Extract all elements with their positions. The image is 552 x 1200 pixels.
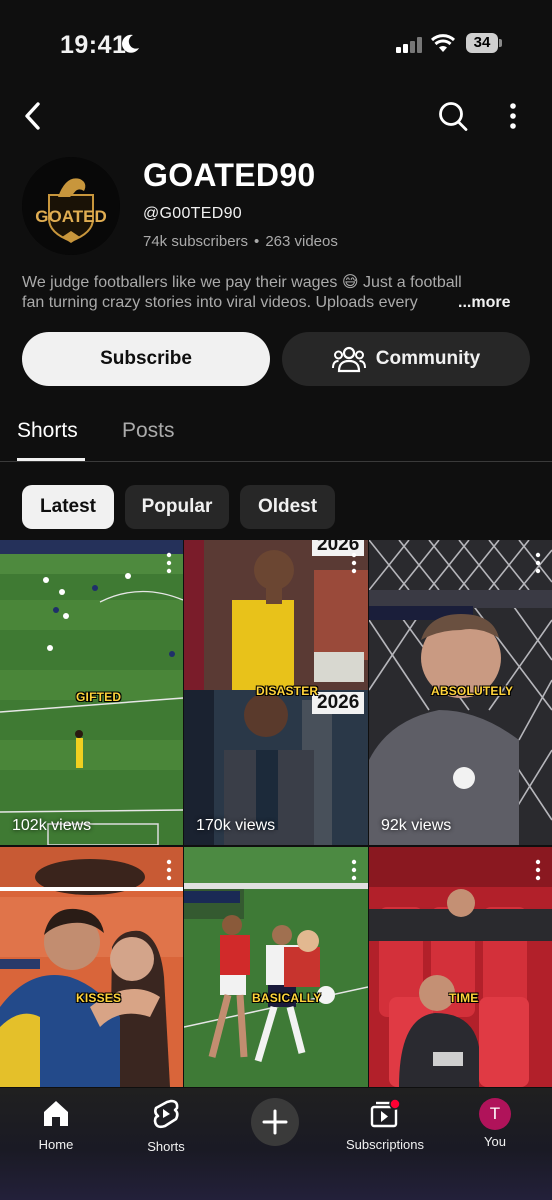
- status-time: 19:41: [60, 31, 127, 59]
- battery-indicator: 34: [466, 33, 502, 53]
- moon-icon: [122, 34, 139, 53]
- nav-home[interactable]: Home: [1, 1098, 111, 1152]
- home-icon: [44, 1101, 68, 1126]
- nav-subscriptions[interactable]: Subscriptions: [330, 1098, 440, 1152]
- tab-posts[interactable]: Posts: [122, 419, 175, 443]
- short-caption: BASICALLY: [252, 991, 322, 1005]
- create-button[interactable]: [251, 1098, 299, 1146]
- short-caption: DISASTER: [256, 684, 319, 698]
- nav-you[interactable]: T You: [440, 1098, 550, 1149]
- channel-description[interactable]: We judge footballers like we pay their w…: [22, 273, 522, 313]
- filter-chip-popular[interactable]: Popular: [125, 485, 229, 529]
- channel-page: 19:41 34 GOATED GOATED90 @G00TED90 74k s…: [0, 0, 552, 1200]
- svg-text:GOATED: GOATED: [35, 207, 106, 226]
- short-thumbnail[interactable]: BASICALLY: [184, 847, 368, 1087]
- short-thumbnail[interactable]: GIFTED 102k views: [0, 540, 183, 845]
- short-views: 170k views: [196, 817, 276, 834]
- search-icon[interactable]: [436, 98, 470, 134]
- signal-icon: [396, 37, 422, 53]
- filter-chip-latest[interactable]: Latest: [22, 485, 114, 529]
- stats-separator: •: [254, 233, 260, 250]
- nav-home-label: Home: [38, 1137, 74, 1152]
- channel-stats: 74k subscribers • 263 videos: [143, 233, 338, 250]
- shorts-icon: [153, 1099, 179, 1129]
- filter-chip-oldest[interactable]: Oldest: [240, 485, 335, 529]
- bottom-nav: Home Shorts Subscriptions T You: [0, 1088, 552, 1200]
- community-icon: [331, 346, 366, 373]
- more-vert-icon[interactable]: [502, 100, 524, 132]
- nav-subscriptions-label: Subscriptions: [345, 1137, 425, 1152]
- short-caption: GIFTED: [76, 690, 122, 704]
- more-link[interactable]: ...more: [458, 293, 510, 313]
- short-caption: ABSOLUTELY: [431, 684, 514, 698]
- short-caption: KISSES: [76, 991, 122, 1005]
- short-thumbnail[interactable]: TIME: [369, 847, 552, 1087]
- user-avatar: T: [479, 1098, 511, 1130]
- description-line-2: fan turning crazy stories into viral vid…: [22, 294, 418, 311]
- short-views: 92k views: [381, 817, 452, 834]
- plus-icon: [262, 1109, 288, 1135]
- short-menu-icon[interactable]: [165, 859, 173, 881]
- short-thumbnail[interactable]: KISSES: [0, 847, 183, 1087]
- short-menu-icon[interactable]: [350, 552, 358, 574]
- wifi-icon: [430, 34, 456, 52]
- short-menu-icon[interactable]: [534, 552, 542, 574]
- nav-you-label: You: [484, 1134, 506, 1149]
- battery-level: 34: [473, 34, 491, 51]
- video-count: 263 videos: [265, 233, 338, 250]
- community-button[interactable]: Community: [282, 332, 530, 386]
- channel-name: GOATED90: [143, 157, 316, 193]
- community-label: Community: [375, 348, 481, 369]
- short-menu-icon[interactable]: [534, 859, 542, 881]
- description-line-1: We judge footballers like we pay their w…: [22, 274, 462, 291]
- status-bar: 19:41 34: [0, 0, 552, 80]
- short-thumbnail[interactable]: 2026 2026 DISASTER 170k views: [184, 540, 368, 845]
- short-views: 102k views: [12, 817, 92, 834]
- tab-shorts[interactable]: Shorts: [17, 419, 78, 443]
- nav-shorts[interactable]: Shorts: [111, 1098, 221, 1154]
- goated-logo-icon: GOATED: [22, 157, 120, 255]
- thumbnail-image: [0, 847, 183, 1087]
- thumbnail-image: [184, 847, 368, 1087]
- short-thumbnail[interactable]: ABSOLUTELY 92k views: [369, 540, 552, 845]
- nav-shorts-label: Shorts: [147, 1139, 185, 1154]
- short-menu-icon[interactable]: [350, 859, 358, 881]
- subscribe-button[interactable]: Subscribe: [22, 332, 270, 386]
- channel-handle: @G00TED90: [143, 205, 242, 222]
- subscriber-count: 74k subscribers: [143, 233, 249, 250]
- short-menu-icon[interactable]: [165, 552, 173, 574]
- short-overlay-text: 2026: [312, 692, 365, 714]
- back-arrow-icon[interactable]: [18, 98, 48, 134]
- subscriptions-icon: [370, 1098, 401, 1128]
- short-caption: TIME: [449, 991, 479, 1005]
- channel-avatar[interactable]: GOATED: [22, 157, 120, 255]
- thumbnail-image: [369, 847, 552, 1087]
- tab-divider: [0, 461, 552, 462]
